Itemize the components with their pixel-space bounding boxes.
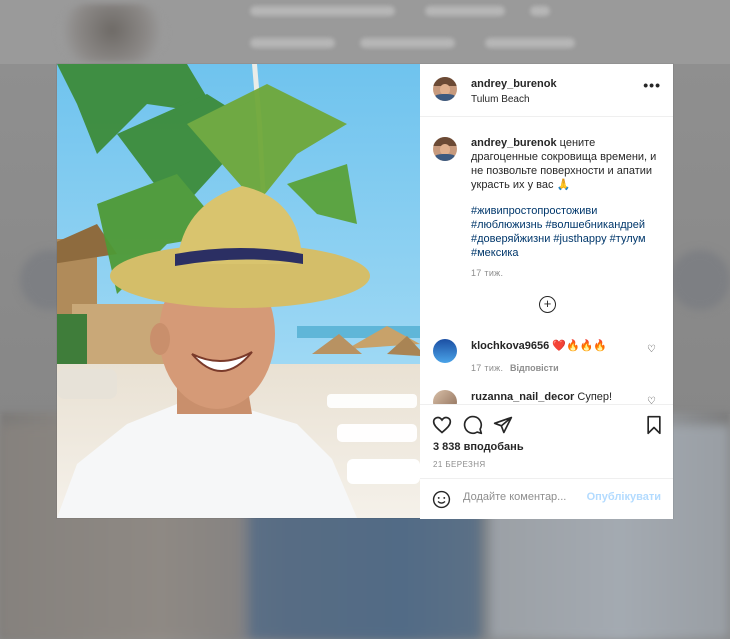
post-date[interactable]: 21 БЕРЕЗНЯ (433, 460, 486, 469)
caption-hashtags[interactable]: #живипростопростоживи #люблюжизнь #волше… (471, 204, 666, 260)
emoji-icon[interactable] (432, 490, 451, 509)
background-username (250, 6, 395, 16)
background-stat (485, 38, 575, 48)
avatar-shirt (435, 94, 455, 101)
background-more (530, 6, 550, 16)
comment-username[interactable]: ruzanna_nail_decor (471, 391, 574, 403)
comment-item: klochkova9656 ❤️🔥🔥🔥 (471, 339, 607, 352)
avatar-face (439, 143, 451, 155)
more-horizontal-icon[interactable]: ••• (643, 77, 661, 93)
bookmark-icon[interactable] (644, 415, 664, 435)
caption-username[interactable]: andrey_burenok (471, 137, 557, 149)
caption-avatar[interactable] (433, 137, 457, 161)
background-follow (425, 6, 505, 16)
post-panel: andrey_burenok Tulum Beach ••• andrey_bu… (420, 64, 673, 519)
comment-text: ❤️🔥🔥🔥 (552, 340, 608, 352)
background-highlight (670, 250, 730, 310)
background-stat (250, 38, 335, 48)
add-comment-bar: Додайте коментар... Опублікувати (420, 478, 673, 520)
comment-item: ruzanna_nail_decor Супер! (471, 391, 612, 403)
commenter-avatar[interactable] (433, 339, 457, 363)
post-actions: 3 838 вподобань 21 БЕРЕЗНЯ Додайте комен… (420, 404, 673, 519)
comment-input[interactable]: Додайте коментар... (463, 491, 566, 503)
post-caption: andrey_burenok цените драгоценные сокров… (471, 136, 661, 192)
post-photo[interactable] (57, 64, 420, 518)
avatar-shirt (435, 154, 455, 161)
comment-time[interactable]: 17 тиж. (471, 363, 503, 373)
heart-icon[interactable] (432, 415, 452, 435)
likes-count[interactable]: 3 838 вподобань (433, 441, 524, 453)
post-modal: andrey_burenok Tulum Beach ••• andrey_bu… (57, 64, 673, 519)
share-icon[interactable] (493, 415, 513, 435)
publish-button[interactable]: Опублікувати (587, 491, 661, 503)
author-avatar[interactable] (433, 77, 457, 101)
reply-button[interactable]: Відповісти (510, 363, 559, 373)
post-header: andrey_burenok Tulum Beach ••• (420, 64, 673, 117)
comment-like-heart-icon[interactable]: ♡ (647, 344, 656, 355)
background-avatar (58, 4, 166, 62)
comment-text: Супер! (577, 391, 613, 403)
plus-circle-icon[interactable]: + (539, 296, 556, 313)
avatar-face (439, 83, 451, 95)
caption-time[interactable]: 17 тиж. (471, 268, 503, 278)
comment-username[interactable]: klochkova9656 (471, 340, 549, 352)
comment-icon[interactable] (463, 415, 483, 435)
post-photo-image (57, 64, 420, 518)
author-username[interactable]: andrey_burenok (471, 78, 557, 90)
background-stat (360, 38, 455, 48)
post-location[interactable]: Tulum Beach (471, 94, 530, 105)
